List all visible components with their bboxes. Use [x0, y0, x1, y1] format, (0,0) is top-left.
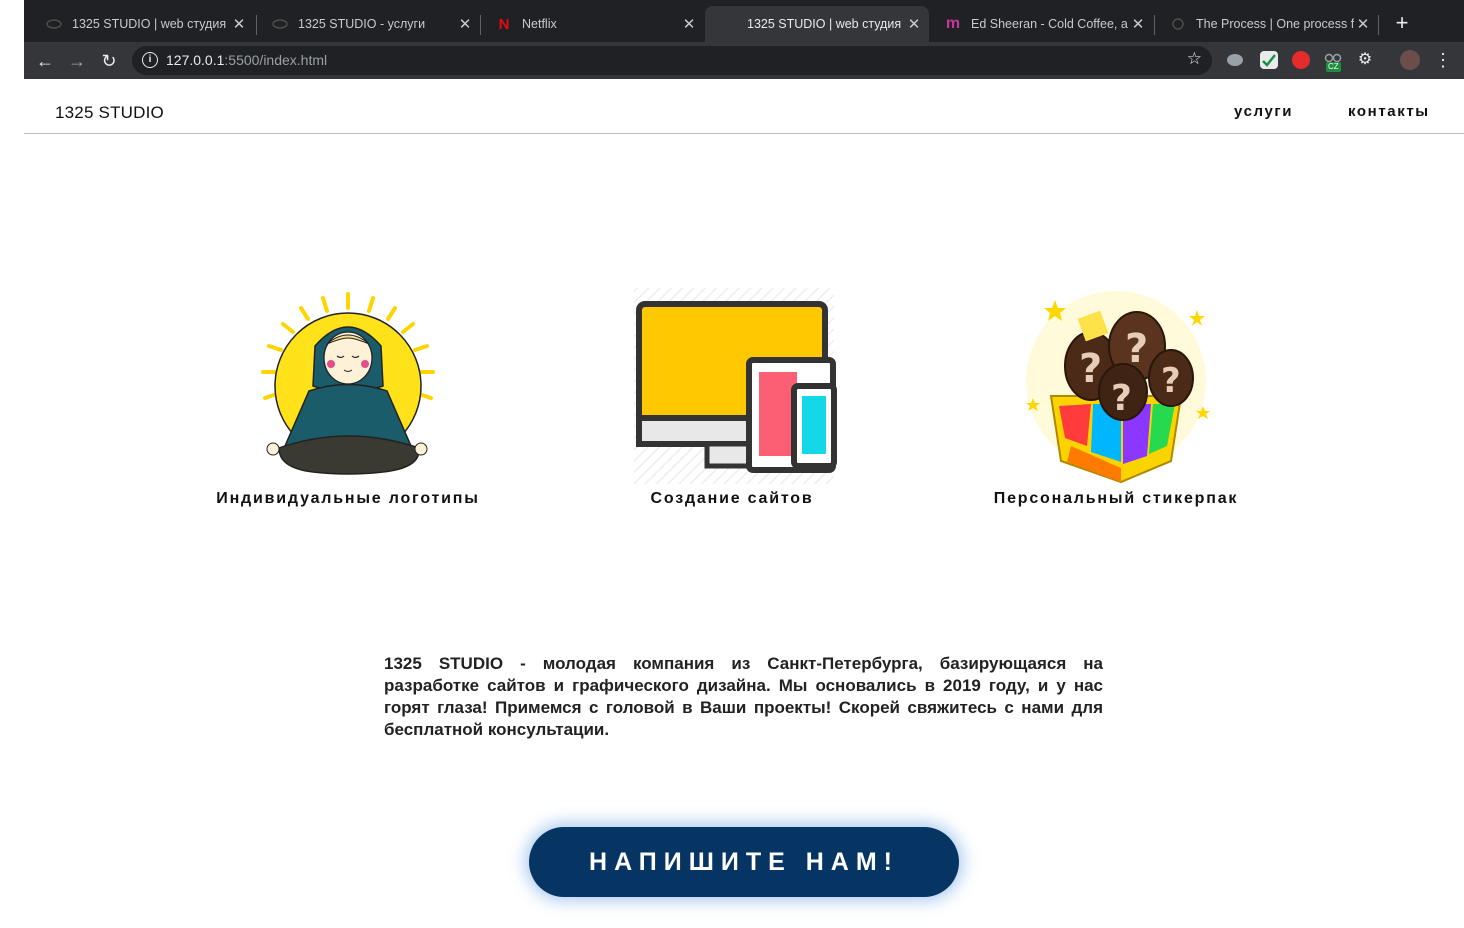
extension-badge: CZ: [1326, 62, 1341, 72]
process-icon: [1170, 16, 1186, 32]
tab-ed-sheeran[interactable]: m Ed Sheeran - Cold Coffee, a ✕: [929, 6, 1153, 42]
eye-icon: [272, 16, 288, 32]
site-header: 1325 STUDIO услуги контакты: [24, 79, 1464, 134]
svg-text:?: ?: [1079, 346, 1102, 392]
tab-1325-studio-home[interactable]: 1325 STUDIO | web студия ✕: [30, 6, 254, 42]
tab-title: 1325 STUDIO | web студия: [72, 17, 227, 31]
tab-title: Netflix: [522, 17, 557, 31]
address-bar[interactable]: i 127.0.0.1:5500/index.html ☆: [132, 46, 1212, 75]
new-tab-icon[interactable]: +: [1390, 11, 1414, 35]
service-caption: Индивидуальные логотипы: [216, 490, 480, 507]
nav-link-contacts[interactable]: контакты: [1348, 103, 1430, 120]
svg-text:?: ?: [1111, 378, 1132, 419]
browser-toolbar: ← → ↻ i 127.0.0.1:5500/index.html ☆ CZ ⚙…: [24, 42, 1464, 79]
tab-strip: 1325 STUDIO | web студия ✕ 1325 STUDIO -…: [24, 0, 1464, 42]
svg-text:?: ?: [1125, 326, 1148, 372]
bookmark-star-icon[interactable]: ☆: [1187, 49, 1202, 69]
tab-title: 1325 STUDIO | web студия: [747, 17, 902, 31]
tab-the-process[interactable]: The Process | One process f ✕: [1154, 6, 1378, 42]
devices-icon: [627, 286, 837, 486]
tab-title: Ed Sheeran - Cold Coffee, a: [971, 17, 1128, 31]
nav-link-services[interactable]: услуги: [1234, 103, 1293, 120]
close-tab-icon[interactable]: ✕: [905, 15, 923, 33]
url-text[interactable]: 127.0.0.1:5500/index.html: [166, 52, 327, 68]
tab-1325-studio-active[interactable]: 1325 STUDIO | web студия ✕: [705, 6, 929, 42]
tab-title: 1325 STUDIO - услуги: [298, 17, 426, 31]
about-paragraph: 1325 STUDIO - молодая компания из Санкт-…: [384, 654, 1103, 739]
browser-chrome: 1325 STUDIO | web студия ✕ 1325 STUDIO -…: [24, 0, 1464, 79]
url-path: :5500/index.html: [224, 52, 328, 68]
close-tab-icon[interactable]: ✕: [1354, 15, 1372, 33]
service-card-websites[interactable]: Создание сайтов: [572, 286, 892, 508]
close-tab-icon[interactable]: ✕: [1129, 15, 1147, 33]
close-tab-icon[interactable]: ✕: [456, 15, 474, 33]
gift-box-icon: ? ? ? ?: [1011, 286, 1221, 486]
tab-divider: [1378, 15, 1379, 35]
extension-check-icon[interactable]: [1260, 51, 1278, 69]
tab-netflix[interactable]: N Netflix ✕: [480, 6, 704, 42]
music-icon: m: [945, 15, 961, 32]
svg-text:?: ?: [1161, 361, 1181, 401]
extension-gear-icon[interactable]: ⚙: [1356, 51, 1374, 69]
meditating-girl-icon: [243, 286, 453, 486]
close-tab-icon[interactable]: ✕: [230, 15, 248, 33]
extension-glasses-icon[interactable]: CZ: [1324, 51, 1342, 72]
service-caption: Персональный стикерпак: [993, 490, 1239, 507]
forward-arrow-icon[interactable]: →: [64, 48, 90, 74]
extension-adblock-icon[interactable]: [1292, 51, 1310, 69]
service-caption: Создание сайтов: [650, 490, 814, 507]
service-card-logos[interactable]: Индивидуальные логотипы: [188, 286, 508, 508]
info-icon[interactable]: i: [142, 52, 158, 68]
tab-1325-studio-services[interactable]: 1325 STUDIO - услуги ✕: [256, 6, 480, 42]
url-host: 127.0.0.1: [166, 52, 225, 68]
service-card-stickerpack[interactable]: ? ? ? ? Персональный стикерпак: [956, 286, 1276, 508]
eye-icon: [46, 16, 62, 32]
contact-us-button[interactable]: НАПИШИТЕ НАМ!: [529, 827, 959, 897]
profile-avatar[interactable]: [1400, 50, 1420, 70]
more-menu-icon[interactable]: ⋮: [1434, 48, 1452, 72]
back-arrow-icon[interactable]: ←: [32, 48, 58, 74]
close-tab-icon[interactable]: ✕: [680, 15, 698, 33]
blank-icon: [721, 16, 737, 32]
site-logo[interactable]: 1325 STUDIO: [55, 103, 164, 123]
netflix-icon: N: [498, 15, 510, 33]
reload-icon[interactable]: ↻: [96, 48, 122, 74]
extension-cup-icon[interactable]: [1227, 54, 1243, 66]
tab-title: The Process | One process f: [1196, 17, 1354, 31]
